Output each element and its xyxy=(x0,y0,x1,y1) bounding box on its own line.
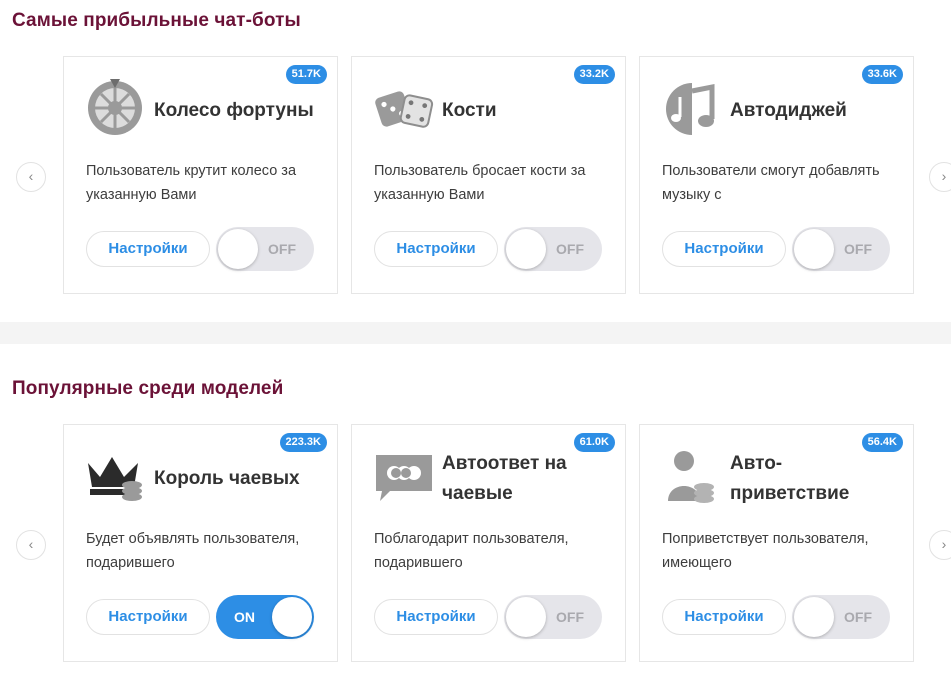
bot-title: Авто-приветствие xyxy=(730,453,850,504)
user-coins-icon xyxy=(662,447,722,507)
enable-toggle[interactable]: OFF xyxy=(504,595,602,639)
toggle-state-label: OFF xyxy=(844,241,872,257)
settings-button[interactable]: Настройки xyxy=(86,599,210,635)
wheel-of-fortune-icon xyxy=(86,79,146,139)
bot-title: Колесо фортуны xyxy=(154,100,314,121)
settings-button[interactable]: Настройки xyxy=(86,231,210,267)
crown-coins-icon xyxy=(86,447,146,507)
toggle-state-label: ON xyxy=(234,609,255,625)
dice-icon xyxy=(374,79,434,139)
carousel-prev-button[interactable]: ‹ xyxy=(16,530,46,560)
toggle-state-label: OFF xyxy=(268,241,296,257)
carousel-prev-button[interactable]: ‹ xyxy=(16,162,46,192)
bot-card: 51.7K Колесо фортуны Пользователь крутит… xyxy=(63,56,338,294)
enable-toggle[interactable]: OFF xyxy=(792,595,890,639)
section-title-top-bots: Самые прибыльные чат-боты xyxy=(12,10,301,31)
enable-toggle[interactable]: OFF xyxy=(792,227,890,271)
toggle-state-label: OFF xyxy=(556,241,584,257)
chevron-right-icon: › xyxy=(941,536,947,552)
bot-title: Король чаевых xyxy=(154,468,300,489)
section-divider xyxy=(0,322,951,344)
chat-bubble-icon xyxy=(374,447,434,507)
settings-button[interactable]: Настройки xyxy=(374,599,498,635)
chevron-left-icon: ‹ xyxy=(28,168,34,184)
settings-button[interactable]: Настройки xyxy=(662,231,786,267)
bot-card: 61.0K Автоответ на чаевые Поблагодарит п… xyxy=(351,424,626,662)
bot-card: 33.2K Кости Пользователь бросает кости з… xyxy=(351,56,626,294)
chevron-left-icon: ‹ xyxy=(28,536,34,552)
chevron-right-icon: › xyxy=(941,168,947,184)
carousel-next-button[interactable]: › xyxy=(929,162,951,192)
bot-title: Автодиджей xyxy=(730,100,847,121)
music-note-icon xyxy=(662,79,722,139)
section-title-popular: Популярные среди моделей xyxy=(12,378,284,399)
enable-toggle[interactable]: ON xyxy=(216,595,314,639)
toggle-state-label: OFF xyxy=(556,609,584,625)
bot-title: Кости xyxy=(442,100,497,121)
enable-toggle[interactable]: OFF xyxy=(504,227,602,271)
enable-toggle[interactable]: OFF xyxy=(216,227,314,271)
bot-card: 223.3K Король чаевых Будет объявлять пол… xyxy=(63,424,338,662)
carousel-next-button[interactable]: › xyxy=(929,530,951,560)
settings-button[interactable]: Настройки xyxy=(374,231,498,267)
bot-card: 33.6K Автодиджей Пользователи смогут доб… xyxy=(639,56,914,294)
bot-card: 56.4K Авто-приветствие Поприветствует по… xyxy=(639,424,914,662)
toggle-state-label: OFF xyxy=(844,609,872,625)
bot-title: Автоответ на чаевые xyxy=(442,453,567,504)
settings-button[interactable]: Настройки xyxy=(662,599,786,635)
